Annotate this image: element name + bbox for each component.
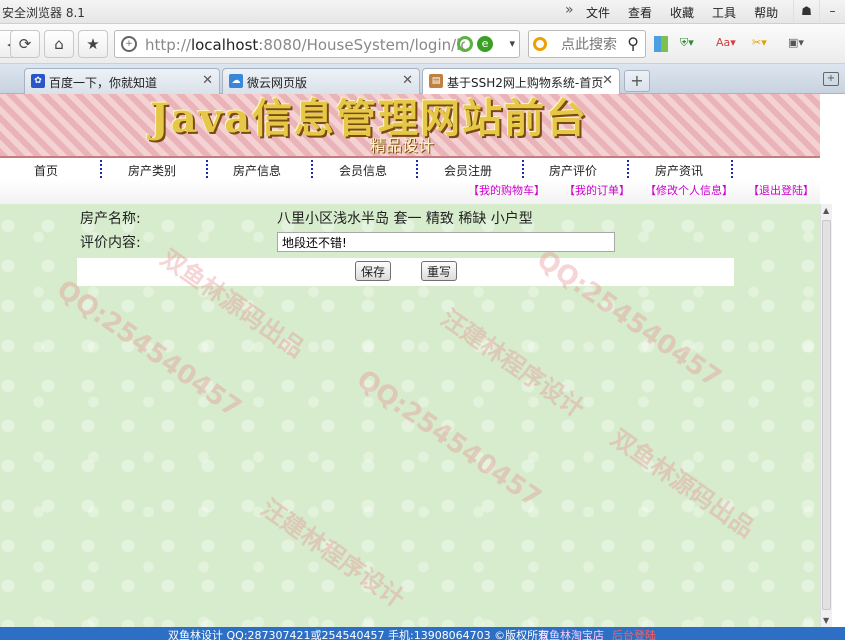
close-icon[interactable]: ✕	[202, 73, 213, 88]
user-links-bar: 【我的购物车】 【我的订单】 【修改个人信息】 【退出登陆】	[0, 180, 820, 204]
refresh-button[interactable]: ⟳	[10, 30, 40, 58]
link-edit-profile[interactable]: 【修改个人信息】	[645, 182, 733, 198]
watermark-qq: QQ:254540457	[51, 274, 247, 424]
tab-label: 微云网页版	[247, 76, 308, 90]
baidu-paw-icon: ✿	[31, 74, 45, 88]
comment-input[interactable]	[277, 232, 615, 252]
banner-subtitle: 精品设计	[370, 136, 435, 155]
site-banner: Java信息管理网站前台 精品设计	[0, 94, 820, 158]
more-chevron-icon[interactable]: »	[565, 2, 574, 18]
window-controls: ☗ –	[793, 0, 845, 22]
close-icon[interactable]: ✕	[402, 73, 413, 88]
tab-baidu[interactable]: ✿ 百度一下，你就知道 ✕	[24, 68, 220, 94]
tab-bar: ✿ 百度一下，你就知道 ✕ ☁ 微云网页版 ✕ ▤ 基于SSH2网上购物系统-首…	[0, 64, 845, 95]
site-footer: 双鱼林设计 QQ:287307421或254540457 手机:13908064…	[0, 627, 845, 640]
search-engine-icon[interactable]	[533, 37, 547, 51]
screenshot-icon[interactable]: ✂▾	[752, 36, 776, 52]
minimize-icon[interactable]: –	[819, 0, 845, 22]
page-scrollbar[interactable]: ▲ ▼	[820, 204, 832, 627]
cloud-icon: ☁	[229, 74, 243, 88]
star-icon: ★	[86, 35, 100, 53]
tab-weiyun[interactable]: ☁ 微云网页版 ✕	[222, 68, 420, 94]
menu-file[interactable]: 文件	[586, 4, 610, 21]
menu-tools[interactable]: 工具	[712, 4, 736, 21]
footer-copyright: 双鱼林设计 QQ:287307421或254540457 手机:13908064…	[168, 629, 550, 640]
menu-view[interactable]: 查看	[628, 4, 652, 21]
tab-label: 百度一下，你就知道	[49, 76, 158, 90]
toolbar-icons: ⛨▾ Aa▾ ✂▾ ▣▾	[654, 36, 812, 52]
nav-house-category[interactable]: 房产类别	[128, 162, 176, 179]
address-bar[interactable]: + http://localhost:8080/HouseSystem/logi…	[114, 30, 520, 58]
translate-icon[interactable]: Aa▾	[716, 36, 740, 52]
nav-separator	[206, 160, 208, 178]
page-icon: ▤	[429, 74, 443, 88]
browser-title-bar: 安全浏览器 8.1 » 文件 查看 收藏 工具 帮助 ☗ –	[0, 0, 845, 24]
browser-app-title: 安全浏览器 8.1	[2, 6, 85, 20]
home-icon: ⌂	[54, 35, 64, 53]
ie-engine-icon[interactable]: e	[477, 36, 493, 52]
scrollbar-thumb[interactable]	[822, 220, 831, 610]
footer-link-taobao[interactable]: 双鱼林淘宝店	[538, 627, 604, 640]
page-content: Java信息管理网站前台 精品设计 首页 房产类别 房产信息 会员信息 会员注册…	[0, 94, 820, 627]
image-tool-icon[interactable]: ▣▾	[788, 36, 812, 52]
nav-house-info[interactable]: 房产信息	[233, 162, 281, 179]
nav-separator	[627, 160, 629, 178]
nav-member-info[interactable]: 会员信息	[339, 162, 387, 179]
footer-link-admin-login[interactable]: 后台登陆	[612, 627, 656, 640]
link-my-cart[interactable]: 【我的购物车】	[468, 182, 545, 198]
review-form: 房产名称: 八里小区浅水半岛 套一 精致 稀缺 小户型 评价内容: 保存 重写	[77, 206, 734, 286]
security-guard-icon[interactable]: ⛨▾	[680, 36, 704, 52]
security-shield-icon: +	[121, 36, 137, 52]
comment-label: 评价内容:	[80, 235, 141, 251]
search-icon[interactable]: ⚲	[627, 34, 639, 53]
menu-help[interactable]: 帮助	[754, 4, 778, 21]
link-my-orders[interactable]: 【我的订单】	[564, 182, 630, 198]
apps-grid-icon[interactable]	[654, 36, 668, 52]
house-name-row: 房产名称: 八里小区浅水半岛 套一 精致 稀缺 小户型	[77, 206, 734, 230]
house-name-label: 房产名称:	[80, 211, 141, 227]
nav-house-news[interactable]: 房产资讯	[655, 162, 703, 179]
site-main-nav: 首页 房产类别 房产信息 会员信息 会员注册 房产评价 房产资讯	[0, 158, 820, 180]
nav-separator	[100, 160, 102, 178]
skin-icon[interactable]: ☗	[793, 0, 819, 22]
comment-row: 评价内容:	[77, 230, 734, 254]
reset-button[interactable]: 重写	[421, 261, 458, 281]
nav-house-review[interactable]: 房产评价	[549, 162, 597, 179]
watermark-author: 汪建林程序设计	[255, 493, 410, 614]
page-reload-icon[interactable]	[457, 36, 473, 52]
scroll-up-icon[interactable]: ▲	[823, 206, 829, 215]
tab-shopping-system[interactable]: ▤ 基于SSH2网上购物系统-首页 ✕	[422, 68, 620, 95]
refresh-icon: ⟳	[18, 35, 32, 53]
house-name-value: 八里小区浅水半岛 套一 精致 稀缺 小户型	[277, 211, 533, 227]
save-button[interactable]: 保存	[355, 261, 392, 281]
scroll-down-icon[interactable]: ▼	[823, 616, 829, 625]
browser-nav-bar: ◂ ⟳ ⌂ ★ + http://localhost:8080/HouseSys…	[0, 24, 845, 64]
nav-separator	[311, 160, 313, 178]
url-dropdown-icon[interactable]: ▾	[509, 37, 515, 50]
close-icon[interactable]: ✕	[602, 73, 613, 88]
nav-separator	[416, 160, 418, 178]
search-input[interactable]	[561, 35, 621, 55]
menu-favorites[interactable]: 收藏	[670, 4, 694, 21]
home-button[interactable]: ⌂	[44, 30, 74, 58]
url-text[interactable]: http://localhost:8080/HouseSystem/login/…	[145, 36, 465, 54]
favorite-button[interactable]: ★	[78, 30, 108, 58]
watermark-source: 双鱼林源码出品	[605, 423, 760, 544]
nav-separator	[522, 160, 524, 178]
browser-menu-bar: 文件 查看 收藏 工具 帮助	[586, 4, 796, 21]
watermark-author: 汪建林程序设计	[435, 303, 590, 424]
nav-separator	[731, 160, 733, 178]
nav-member-register[interactable]: 会员注册	[444, 162, 492, 179]
form-button-row: 保存 重写	[77, 258, 734, 286]
banner-title: Java信息管理网站前台	[150, 95, 589, 142]
link-logout[interactable]: 【退出登陆】	[748, 182, 814, 198]
tab-list-icon[interactable]: +	[823, 72, 839, 86]
tab-label: 基于SSH2网上购物系统-首页	[447, 76, 604, 90]
nav-home[interactable]: 首页	[34, 162, 58, 179]
new-tab-button[interactable]: +	[624, 70, 650, 92]
watermark-qq: QQ:254540457	[351, 364, 547, 514]
search-box[interactable]: ⚲	[528, 30, 646, 58]
